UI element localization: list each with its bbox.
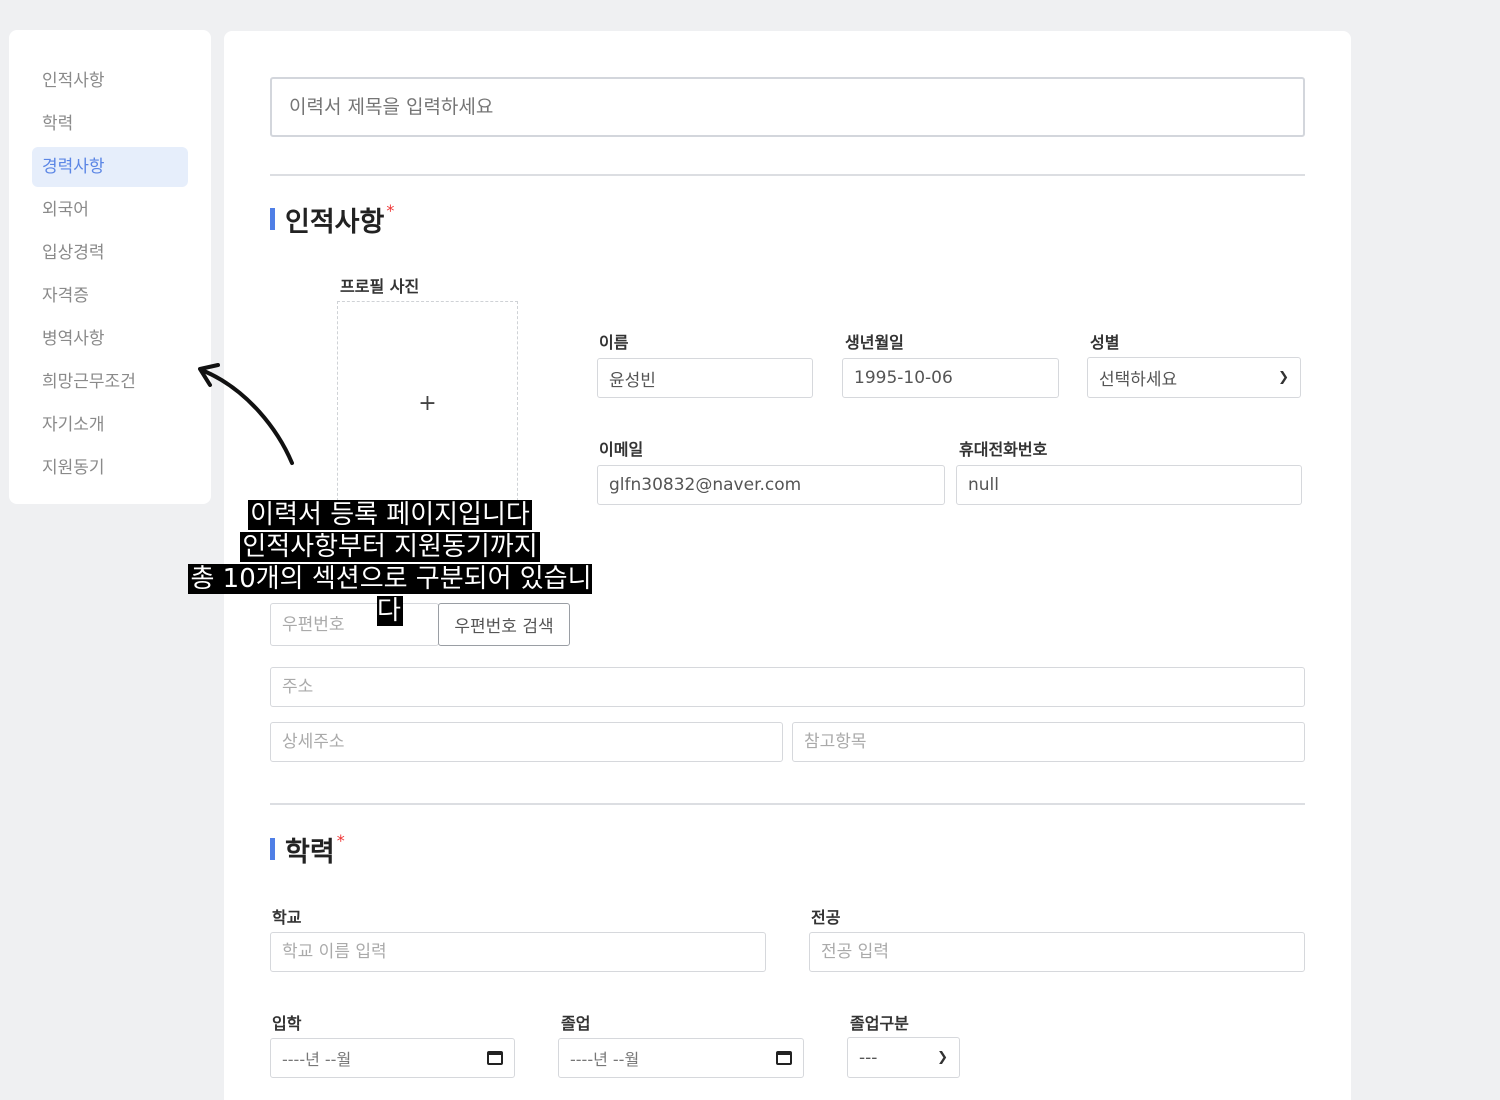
admission-date-picker[interactable]: ----년 --월	[270, 1038, 515, 1078]
address-extra-field[interactable]	[792, 722, 1305, 762]
section-title-personal: 인적사항 *	[270, 201, 395, 238]
birthdate-field[interactable]	[842, 358, 1059, 398]
calendar-icon[interactable]	[776, 1051, 792, 1065]
admission-date-value: ----년 --월	[282, 1050, 352, 1069]
phone-label: 휴대전화번호	[959, 440, 1048, 459]
sidebar-item-personal-info[interactable]: 인적사항	[32, 61, 188, 101]
plus-icon: +	[418, 391, 437, 416]
admission-label: 입학	[272, 1014, 302, 1033]
graduation-label: 졸업	[561, 1014, 591, 1033]
graduation-date-picker[interactable]: ----년 --월	[558, 1038, 804, 1078]
gender-select-value: 선택하세요	[1099, 370, 1178, 390]
email-field[interactable]	[597, 465, 945, 505]
grad-type-value: ---	[859, 1047, 878, 1068]
required-mark: *	[386, 201, 395, 220]
chevron-down-icon: ❯	[937, 1050, 948, 1065]
caption-line-2: 인적사항부터 지원동기까지	[240, 532, 540, 562]
sidebar-item-certificates[interactable]: 자격증	[32, 276, 188, 316]
calendar-icon[interactable]	[487, 1051, 503, 1065]
address-field[interactable]	[270, 667, 1305, 707]
sidebar-item-desired-conditions[interactable]: 희망근무조건	[32, 362, 188, 402]
email-label: 이메일	[599, 440, 644, 459]
sidebar-nav: 인적사항 학력 경력사항 외국어 입상경력 자격증 병역사항 희망근무조건 자기…	[9, 30, 211, 504]
phone-field[interactable]	[956, 465, 1302, 505]
section-title-education: 학력 *	[270, 831, 345, 868]
section-marker	[270, 208, 275, 230]
grad-type-select[interactable]: --- ❯	[847, 1037, 960, 1078]
address-detail-field[interactable]	[270, 722, 783, 762]
sidebar-item-languages[interactable]: 외국어	[32, 190, 188, 230]
gender-label: 성별	[1090, 333, 1120, 352]
sidebar-item-education[interactable]: 학력	[32, 104, 188, 144]
major-label: 전공	[811, 908, 841, 927]
annotation-caption: 이력서 등록 페이지입니다 인적사항부터 지원동기까지 총 10개의 섹션으로 …	[176, 499, 604, 627]
divider	[270, 174, 1305, 176]
gender-select[interactable]: 선택하세요 ❯	[1087, 357, 1301, 398]
name-field[interactable]	[597, 358, 813, 398]
school-field[interactable]	[270, 932, 766, 972]
birthdate-label: 생년월일	[845, 333, 904, 352]
required-mark: *	[336, 831, 345, 850]
section-heading: 학력	[285, 836, 335, 868]
caption-line-3: 총 10개의 섹션으로 구분되어 있습니다	[188, 564, 592, 626]
graduation-date-value: ----년 --월	[570, 1050, 640, 1069]
grad-type-label: 졸업구분	[850, 1014, 909, 1033]
sidebar-item-career[interactable]: 경력사항	[32, 147, 188, 187]
sidebar-item-military[interactable]: 병역사항	[32, 319, 188, 359]
divider	[270, 803, 1305, 805]
sidebar-item-motivation[interactable]: 지원동기	[32, 448, 188, 488]
sidebar-item-self-intro[interactable]: 자기소개	[32, 405, 188, 445]
photo-label: 프로필 사진	[340, 277, 420, 296]
resume-title-input[interactable]	[270, 77, 1305, 137]
annotation-arrow-icon	[198, 363, 294, 465]
profile-photo-upload[interactable]: +	[337, 301, 518, 506]
section-heading: 인적사항	[285, 206, 385, 238]
sidebar-item-awards[interactable]: 입상경력	[32, 233, 188, 273]
caption-line-1: 이력서 등록 페이지입니다	[248, 500, 532, 530]
chevron-down-icon: ❯	[1278, 370, 1289, 385]
major-field[interactable]	[809, 932, 1305, 972]
school-label: 학교	[272, 908, 302, 927]
name-label: 이름	[599, 333, 629, 352]
section-marker	[270, 838, 275, 860]
